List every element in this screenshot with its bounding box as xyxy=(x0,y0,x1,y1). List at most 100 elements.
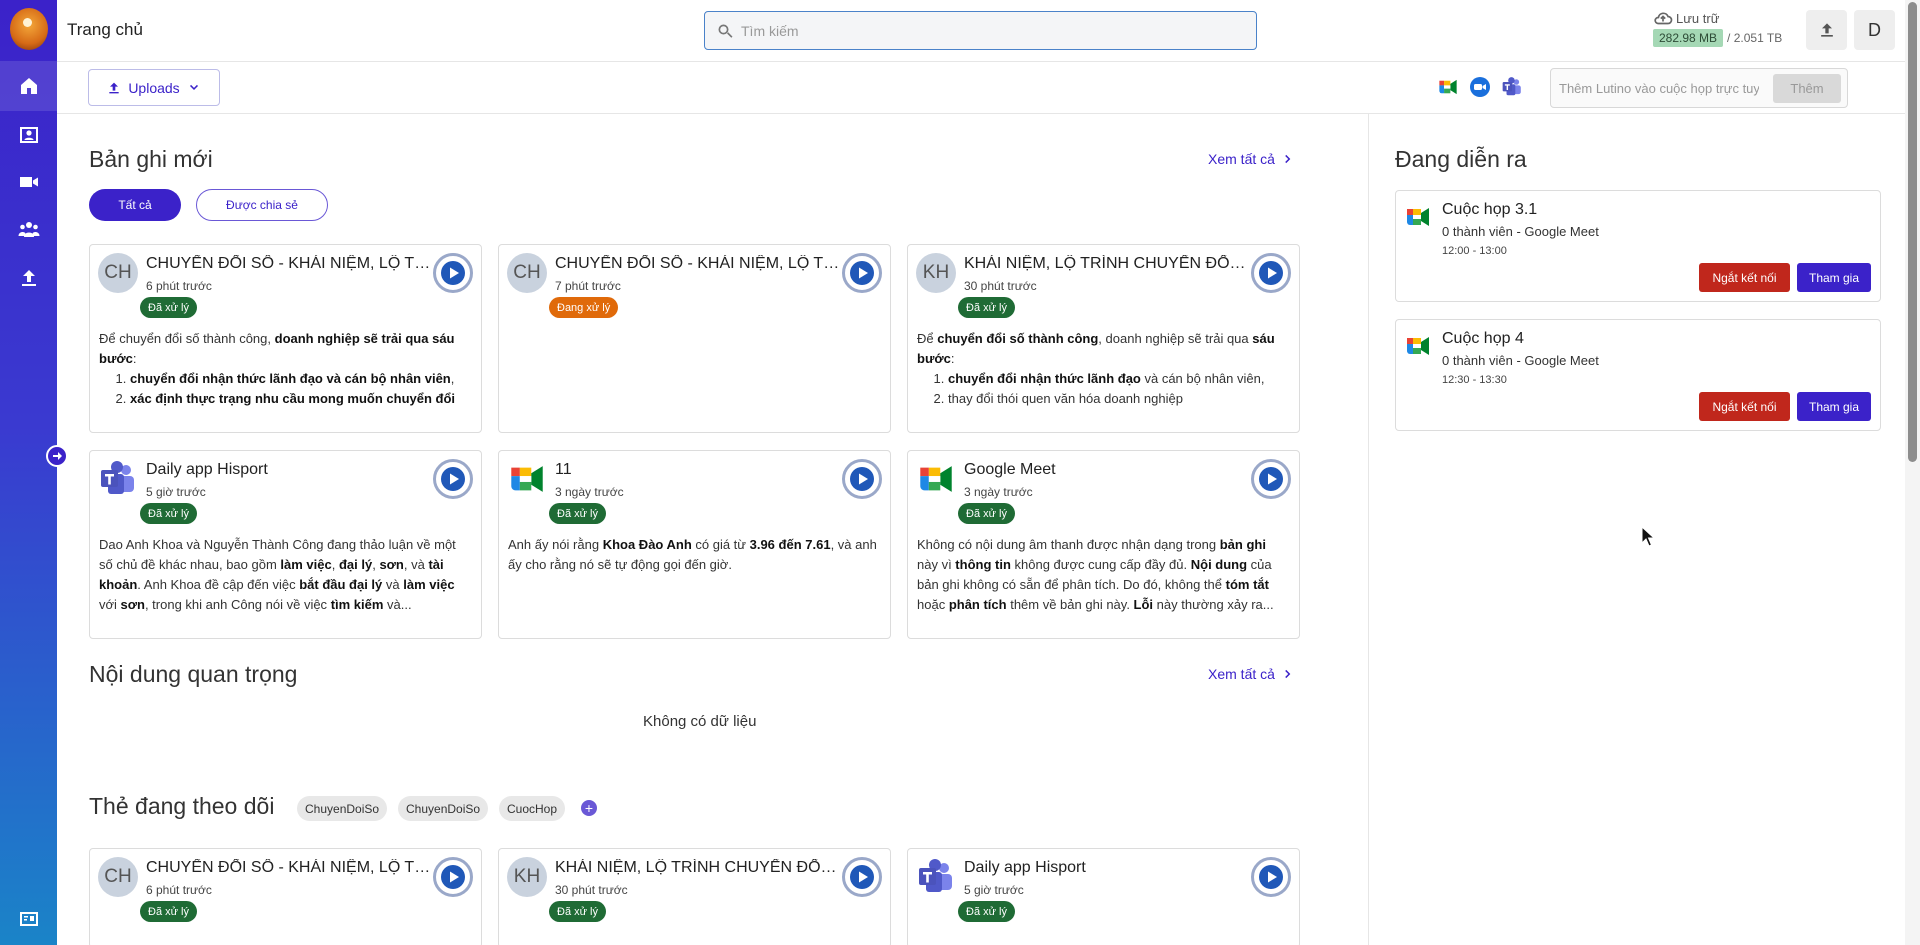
scrollbar-thumb[interactable] xyxy=(1908,2,1917,462)
google-meet-icon xyxy=(916,459,956,499)
add-meeting-button[interactable]: Thêm xyxy=(1773,74,1841,103)
search-box[interactable] xyxy=(704,11,1257,50)
play-button[interactable] xyxy=(1251,253,1291,293)
play-icon xyxy=(849,466,875,492)
mouse-cursor-icon xyxy=(1641,526,1655,547)
sidebar-item-billing[interactable] xyxy=(0,894,57,944)
uploads-button[interactable]: Uploads xyxy=(88,69,220,106)
avatar: CH xyxy=(507,253,547,293)
zoom-icon[interactable] xyxy=(1469,76,1491,98)
tag-chip[interactable]: ChuyenDoiSo xyxy=(398,796,489,821)
meeting-time: 12:30 - 13:30 xyxy=(1442,374,1507,386)
play-button[interactable] xyxy=(842,253,882,293)
tag-chip[interactable]: CuocHop xyxy=(499,796,566,821)
search-input[interactable] xyxy=(741,22,1241,39)
chevron-down-icon xyxy=(189,84,198,90)
storage-used: 282.98 MB xyxy=(1653,29,1724,47)
status-badge: Đã xử lý xyxy=(958,503,1015,524)
app-logo[interactable] xyxy=(10,8,48,50)
join-button[interactable]: Tham gia xyxy=(1797,263,1871,292)
card-summary: Anh ấy nói rằng Khoa Đào Anh có giá từ 3… xyxy=(508,537,877,572)
status-badge: Đã xử lý xyxy=(958,297,1015,318)
join-button[interactable]: Tham gia xyxy=(1797,392,1871,421)
status-badge: Đã xử lý xyxy=(140,297,197,318)
meeting-title: Cuộc họp 3.1 xyxy=(1442,201,1538,218)
sidebar-item-home[interactable] xyxy=(0,61,57,111)
recording-card[interactable]: CH CHUYỂN ĐỔI SỐ - KHÁI NIỆM, LỘ TRÌNH C… xyxy=(498,244,891,433)
recording-card[interactable]: 11 3 ngày trước Đã xử lý Anh ấy nói rằng… xyxy=(498,450,891,639)
sidebar-expand-button[interactable] xyxy=(46,445,68,467)
recent-see-all-link[interactable]: Xem tất cả xyxy=(1208,151,1295,167)
play-button[interactable] xyxy=(1251,857,1291,897)
play-button[interactable] xyxy=(433,253,473,293)
play-button[interactable] xyxy=(842,857,882,897)
meeting-subtitle: 0 thành viên - Google Meet xyxy=(1442,353,1599,368)
recording-card[interactable]: Google Meet 3 ngày trước Đã xử lý Không … xyxy=(907,450,1300,639)
play-button[interactable] xyxy=(1251,459,1291,499)
live-meetings-title: Đang diễn ra xyxy=(1395,146,1527,172)
action-bar: Uploads Thêm xyxy=(57,62,1905,114)
app-root: Trang chủ Lưu trữ 282.98 MB / 2.051 TB D… xyxy=(0,0,1920,945)
play-button[interactable] xyxy=(433,459,473,499)
uploads-label: Uploads xyxy=(128,79,180,96)
meeting-card[interactable]: Cuộc họp 3.1 0 thành viên - Google Meet … xyxy=(1395,190,1881,302)
search-icon xyxy=(718,24,733,38)
sidebar-item-contacts[interactable] xyxy=(0,110,57,160)
play-icon xyxy=(440,260,466,286)
disconnect-button[interactable]: Ngắt kết nối xyxy=(1699,263,1790,292)
sidebar-item-upload[interactable] xyxy=(0,253,57,303)
disconnect-button[interactable]: Ngắt kết nối xyxy=(1699,392,1790,421)
play-icon xyxy=(849,864,875,890)
play-icon xyxy=(1258,260,1284,286)
teams-icon xyxy=(916,857,956,897)
recording-card[interactable]: Daily app Hisport 5 giờ trước Đã xử lý D… xyxy=(89,450,482,639)
play-button[interactable] xyxy=(433,857,473,897)
status-badge: Đã xử lý xyxy=(549,503,606,524)
card-time: 3 ngày trước xyxy=(964,485,1033,499)
page-scrollbar[interactable] xyxy=(1905,0,1920,945)
important-see-all-link[interactable]: Xem tất cả xyxy=(1208,666,1295,682)
storage-indicator[interactable]: Lưu trữ 282.98 MB / 2.051 TB xyxy=(1653,10,1782,47)
status-badge: Đã xử lý xyxy=(549,901,606,922)
google-meet-icon[interactable] xyxy=(1437,76,1459,98)
card-summary: Để chuyển đổi số thành công, doanh nghiệ… xyxy=(90,325,481,409)
user-avatar[interactable]: D xyxy=(1854,10,1895,50)
meeting-time: 12:00 - 13:00 xyxy=(1442,245,1507,257)
card-title: CHUYỂN ĐỔI SỐ - KHÁI NIỆM, LỘ TRÌNH CHUY… xyxy=(555,255,840,272)
filter-all-chip[interactable]: Tất cả xyxy=(89,189,181,221)
recording-card[interactable]: KH KHÁI NIỆM, LỘ TRÌNH CHUYỂN ĐỔI SỐ 30 … xyxy=(498,848,891,945)
meeting-subtitle: 0 thành viên - Google Meet xyxy=(1442,224,1599,239)
sidebar-item-meetings[interactable] xyxy=(0,157,57,207)
upload-button[interactable] xyxy=(1806,10,1847,50)
add-tag-icon[interactable]: + xyxy=(581,800,597,816)
status-badge: Đang xử lý xyxy=(549,297,619,318)
meeting-card[interactable]: Cuộc họp 4 0 thành viên - Google Meet 12… xyxy=(1395,319,1881,431)
card-time: 30 phút trước xyxy=(964,279,1037,293)
filter-shared-chip[interactable]: Được chia sẻ xyxy=(196,189,328,221)
teams-icon[interactable] xyxy=(1501,76,1523,98)
meeting-link-input[interactable] xyxy=(1559,80,1759,96)
card-time: 30 phút trước xyxy=(555,883,628,897)
meeting-platforms xyxy=(1437,76,1523,98)
see-all-label: Xem tất cả xyxy=(1208,666,1275,682)
recording-card[interactable]: Daily app Hisport 5 giờ trước Đã xử lý xyxy=(907,848,1300,945)
recording-card[interactable]: KH KHÁI NIỆM, LỘ TRÌNH CHUYỂN ĐỔI SỐ 30 … xyxy=(907,244,1300,433)
billing-icon xyxy=(19,912,38,926)
teams-icon xyxy=(98,459,138,499)
recording-card[interactable]: CH CHUYỂN ĐỔI SỐ - KHÁI NIỆM, LỘ TRÌNH C… xyxy=(89,244,482,433)
meeting-link-field[interactable]: Thêm xyxy=(1550,68,1848,108)
avatar: KH xyxy=(507,857,547,897)
tag-chip[interactable]: ChuyenDoiSo xyxy=(297,796,388,821)
chevron-right-icon xyxy=(1285,154,1291,164)
live-meetings-panel: Đang diễn ra Cuộc họp 3.1 0 thành viên -… xyxy=(1368,114,1905,945)
sidebar-item-groups[interactable] xyxy=(0,205,57,255)
upload-icon xyxy=(21,270,36,286)
tracked-tags-title: Thẻ đang theo dõi xyxy=(89,793,275,819)
contacts-icon xyxy=(19,127,38,143)
chevron-right-icon xyxy=(1285,669,1291,679)
play-button[interactable] xyxy=(842,459,882,499)
home-icon xyxy=(20,78,37,94)
card-time: 3 ngày trước xyxy=(555,485,624,499)
recording-card[interactable]: CH CHUYỂN ĐỔI SỐ - KHÁI NIỆM, LỘ TRÌNH C… xyxy=(89,848,482,945)
card-title: 11 xyxy=(555,461,572,478)
